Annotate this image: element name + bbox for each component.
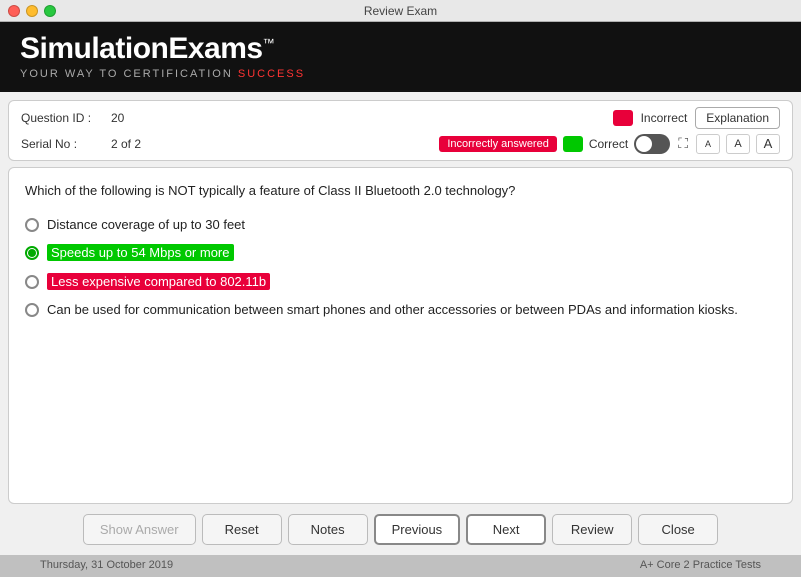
window-controls xyxy=(8,5,56,17)
window-title: Review Exam xyxy=(364,4,437,18)
option-item-1[interactable]: Distance coverage of up to 30 feet xyxy=(25,216,776,234)
option-text-1: Distance coverage of up to 30 feet xyxy=(47,216,245,234)
incorrect-label: Incorrect xyxy=(641,111,688,125)
question-text: Which of the following is NOT typically … xyxy=(25,182,776,200)
incorrect-dot xyxy=(613,110,633,126)
font-large-btn[interactable]: A xyxy=(756,134,780,154)
option-text-3-highlighted: Less expensive compared to 802.11b xyxy=(47,273,270,290)
row-right-controls: Incorrectly answered Correct ⛶ A A A xyxy=(439,133,780,154)
correct-label: Correct xyxy=(589,137,628,151)
brand-header: SimulationExams™ YOUR WAY TO CERTIFICATI… xyxy=(0,22,801,92)
option-radio-1[interactable] xyxy=(25,218,39,232)
footer-date: Thursday, 31 October 2019 xyxy=(40,559,173,571)
toggle-switch[interactable] xyxy=(634,134,670,154)
explanation-button[interactable]: Explanation xyxy=(695,107,780,129)
serial-no-value: 2 of 2 xyxy=(111,137,429,151)
option-text-2: Speeds up to 54 Mbps or more xyxy=(47,244,234,262)
question-id-value: 20 xyxy=(111,111,603,125)
question-area: Which of the following is NOT typically … xyxy=(8,167,793,504)
title-bar: Review Exam xyxy=(0,0,801,22)
option-radio-4[interactable] xyxy=(25,303,39,317)
review-button[interactable]: Review xyxy=(552,514,632,545)
option-item-3[interactable]: Less expensive compared to 802.11b xyxy=(25,273,776,291)
option-radio-3[interactable] xyxy=(25,275,39,289)
minimize-window-btn[interactable] xyxy=(26,5,38,17)
expand-icon[interactable]: ⛶ xyxy=(676,133,690,154)
serial-no-label: Serial No : xyxy=(21,137,101,151)
show-answer-button[interactable]: Show Answer xyxy=(83,514,196,545)
reset-button[interactable]: Reset xyxy=(202,514,282,545)
option-text-3: Less expensive compared to 802.11b xyxy=(47,273,270,291)
main-window: Question ID : 20 Incorrect Explanation S… xyxy=(0,92,801,555)
footer-product: A+ Core 2 Practice Tests xyxy=(640,559,761,571)
info-row-question-id: Question ID : 20 Incorrect Explanation xyxy=(21,107,780,129)
info-bar: Question ID : 20 Incorrect Explanation S… xyxy=(8,100,793,161)
status-indicators: Incorrect Explanation xyxy=(613,107,780,129)
notes-button[interactable]: Notes xyxy=(288,514,368,545)
maximize-window-btn[interactable] xyxy=(44,5,56,17)
option-radio-2[interactable] xyxy=(25,246,39,260)
info-row-serial: Serial No : 2 of 2 Incorrectly answered … xyxy=(21,133,780,154)
brand-name: SimulationExams™ xyxy=(20,32,781,66)
incorrect-badge: Incorrectly answered xyxy=(439,136,557,152)
option-item-4[interactable]: Can be used for communication between sm… xyxy=(25,301,776,319)
correct-dot xyxy=(563,136,583,152)
option-item-2[interactable]: Speeds up to 54 Mbps or more xyxy=(25,244,776,262)
font-medium-btn[interactable]: A xyxy=(726,134,750,154)
question-id-label: Question ID : xyxy=(21,111,101,125)
options-list: Distance coverage of up to 30 feet Speed… xyxy=(25,216,776,319)
option-text-2-highlighted: Speeds up to 54 Mbps or more xyxy=(47,244,234,261)
previous-button[interactable]: Previous xyxy=(374,514,461,545)
bottom-buttons: Show Answer Reset Notes Previous Next Re… xyxy=(8,510,793,547)
close-button[interactable]: Close xyxy=(638,514,718,545)
brand-tagline: YOUR WAY TO CERTIFICATION SUCCESS xyxy=(20,68,781,80)
font-small-btn[interactable]: A xyxy=(696,134,720,154)
footer: Thursday, 31 October 2019 A+ Core 2 Prac… xyxy=(0,555,801,577)
close-window-btn[interactable] xyxy=(8,5,20,17)
option-text-4: Can be used for communication between sm… xyxy=(47,301,738,319)
next-button[interactable]: Next xyxy=(466,514,546,545)
